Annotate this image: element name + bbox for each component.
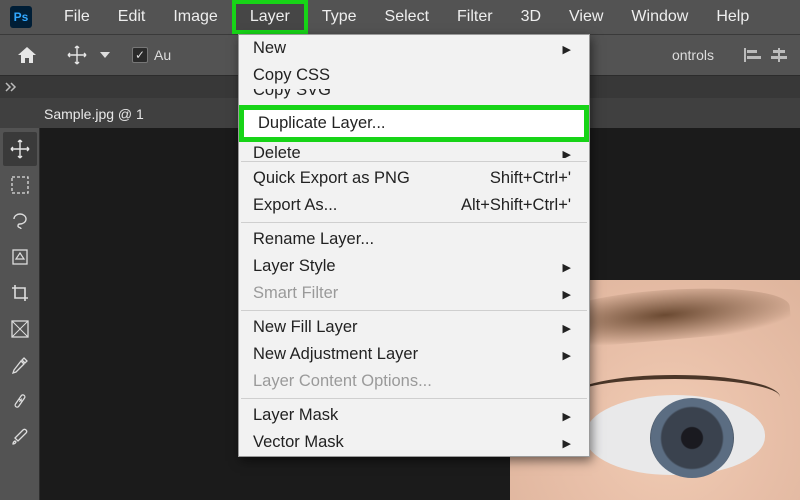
submenu-caret-icon [563, 406, 571, 425]
menubar: Ps File Edit Image Layer Type Select Fil… [0, 0, 800, 34]
menu-item-copy-svg[interactable]: Copy SVG [239, 89, 589, 104]
align-center-icon[interactable] [770, 48, 788, 62]
align-icons-group [744, 48, 788, 62]
align-left-icon[interactable] [744, 48, 762, 62]
highlight-duplicate-layer: Duplicate Layer... [239, 105, 589, 142]
menu-separator [241, 310, 587, 311]
menu-view[interactable]: View [555, 4, 617, 30]
menu-item-vector-mask[interactable]: Vector Mask [239, 429, 589, 456]
frame-tool[interactable] [3, 312, 37, 346]
brush-tool[interactable] [3, 420, 37, 454]
submenu-caret-icon [563, 318, 571, 337]
auto-select-checkbox[interactable] [132, 47, 148, 63]
menu-file[interactable]: File [50, 4, 104, 30]
tool-preset-caret-icon[interactable] [100, 52, 112, 58]
menu-item-new-fill-layer[interactable]: New Fill Layer [239, 314, 589, 341]
menu-item-export-as[interactable]: Export As...Alt+Shift+Ctrl+' [239, 192, 589, 219]
marquee-tool[interactable] [3, 168, 37, 202]
menu-window[interactable]: Window [617, 4, 702, 30]
menu-type[interactable]: Type [308, 4, 371, 30]
menu-layer[interactable]: Layer [232, 0, 308, 34]
crop-tool[interactable] [3, 276, 37, 310]
menu-item-layer-content-options: Layer Content Options... [239, 368, 589, 395]
menu-item-new[interactable]: New [239, 35, 589, 62]
tool-palette [0, 128, 40, 500]
menu-item-layer-style[interactable]: Layer Style [239, 253, 589, 280]
auto-select-label: Au [154, 47, 171, 63]
move-tool[interactable] [3, 132, 37, 166]
menu-item-rename-layer[interactable]: Rename Layer... [239, 226, 589, 253]
submenu-caret-icon [563, 144, 571, 158]
menu-item-quick-export-png[interactable]: Quick Export as PNGShift+Ctrl+' [239, 165, 589, 192]
eyedropper-tool[interactable] [3, 348, 37, 382]
menu-image[interactable]: Image [159, 4, 231, 30]
menu-separator [241, 161, 587, 162]
menu-edit[interactable]: Edit [104, 4, 160, 30]
menu-item-layer-mask[interactable]: Layer Mask [239, 402, 589, 429]
transform-controls-label: ontrols [672, 47, 714, 63]
menu-3d[interactable]: 3D [507, 4, 555, 30]
submenu-caret-icon [563, 39, 571, 58]
move-tool-icon[interactable] [60, 40, 94, 70]
menu-item-duplicate-layer[interactable]: Duplicate Layer... [244, 110, 584, 137]
menu-separator [241, 398, 587, 399]
layer-menu-dropdown: New Copy CSS Copy SVG Duplicate Layer...… [238, 34, 590, 457]
menu-help[interactable]: Help [702, 4, 763, 30]
app-logo: Ps [10, 6, 32, 28]
wand-tool[interactable] [3, 240, 37, 274]
menu-item-copy-css[interactable]: Copy CSS [239, 62, 589, 89]
lasso-tool[interactable] [3, 204, 37, 238]
menu-item-delete[interactable]: Delete [239, 140, 589, 158]
shortcut-label: Shift+Ctrl+' [490, 169, 571, 188]
healing-brush-tool[interactable] [3, 384, 37, 418]
shortcut-label: Alt+Shift+Ctrl+' [461, 196, 571, 215]
menu-filter[interactable]: Filter [443, 4, 507, 30]
submenu-caret-icon [563, 345, 571, 364]
menu-select[interactable]: Select [371, 4, 443, 30]
submenu-caret-icon [563, 257, 571, 276]
menu-separator [241, 222, 587, 223]
submenu-caret-icon [563, 433, 571, 452]
home-button[interactable] [10, 40, 44, 70]
document-tab[interactable]: Sample.jpg @ 1 [30, 100, 158, 128]
menu-item-smart-filter: Smart Filter [239, 280, 589, 307]
menu-item-new-adjustment-layer[interactable]: New Adjustment Layer [239, 341, 589, 368]
submenu-caret-icon [563, 284, 571, 303]
